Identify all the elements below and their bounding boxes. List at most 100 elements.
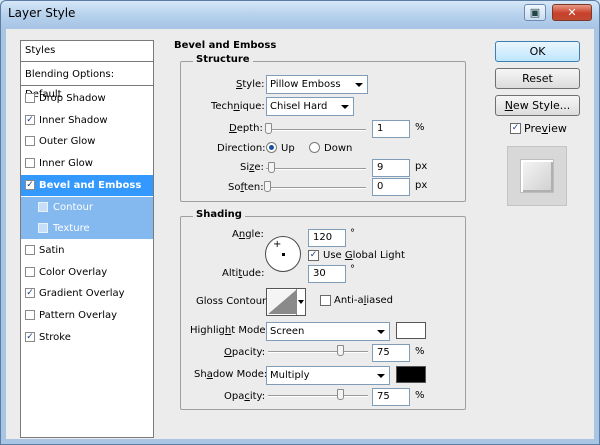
shadow-opacity-track[interactable] — [268, 395, 368, 397]
contour-curve-icon — [268, 290, 296, 314]
global-light-label[interactable]: Use Global Light — [323, 250, 405, 261]
preview-checkbox[interactable]: ✓ — [510, 123, 521, 134]
shadow-mode-label: Shadow Mode: — [194, 369, 268, 380]
close-icon[interactable]: ✕ — [552, 4, 592, 21]
style-item-checkbox[interactable] — [25, 266, 35, 277]
chevron-down-icon — [341, 105, 349, 109]
style-item[interactable]: Inner Glow — [21, 153, 153, 174]
style-item[interactable]: ✓ Gradient Overlay — [21, 283, 153, 304]
soften-input[interactable]: 0 — [372, 178, 410, 196]
highlight-mode-value: Screen — [270, 326, 305, 337]
style-item-checkbox[interactable] — [25, 93, 35, 103]
technique-dropdown[interactable]: Chisel Hard — [266, 97, 354, 116]
style-item-checkbox[interactable]: ✓ — [25, 331, 35, 342]
global-light-checkbox[interactable]: ✓ — [308, 250, 319, 261]
style-item-label: Contour — [53, 201, 93, 213]
size-label: Size: — [240, 162, 264, 173]
style-item[interactable]: Pattern Overlay — [21, 305, 153, 326]
soften-label: Soften: — [228, 182, 264, 193]
style-item-label: Inner Shadow — [39, 114, 108, 126]
chevron-down-icon — [377, 374, 385, 378]
styles-header[interactable]: Styles — [21, 41, 153, 62]
style-item[interactable]: ✓ Inner Shadow — [21, 110, 153, 131]
shadow-color-swatch[interactable] — [396, 366, 426, 383]
angle-dial[interactable]: + — [265, 236, 301, 272]
highlight-opacity-input[interactable]: 75 — [372, 344, 410, 362]
style-item[interactable]: Texture — [21, 218, 153, 240]
chevron-down-icon — [298, 300, 304, 304]
style-dropdown[interactable]: Pillow Emboss — [266, 75, 368, 94]
direction-down-radio[interactable] — [309, 142, 320, 153]
depth-unit: % — [415, 122, 425, 133]
style-item-checkbox[interactable] — [25, 136, 35, 147]
style-item-label: Satin — [39, 244, 65, 256]
restore-icon[interactable]: ▣ — [524, 4, 546, 21]
altitude-unit: ° — [350, 264, 355, 275]
gloss-contour-label: Gloss Contour: — [196, 296, 270, 307]
shadow-opacity-unit: % — [415, 390, 425, 401]
preview-label[interactable]: Preview — [524, 122, 567, 135]
style-item[interactable]: ✓ Stroke — [21, 327, 153, 348]
contour-dropdown-arrow[interactable] — [296, 289, 306, 315]
crosshair-icon: + — [273, 239, 282, 250]
structure-title: Structure — [193, 54, 253, 65]
reset-button[interactable]: Reset — [495, 68, 580, 89]
style-item[interactable]: Outer Glow — [21, 131, 153, 152]
highlight-color-swatch[interactable] — [396, 322, 426, 339]
preview-swatch — [520, 159, 554, 193]
title-bar[interactable]: Layer Style ▣ ✕ — [0, 0, 600, 28]
shading-title: Shading — [193, 209, 245, 220]
shadow-opacity-thumb[interactable] — [337, 389, 345, 400]
shadow-mode-value: Multiply — [270, 370, 310, 381]
highlight-opacity-label: Opacity: — [224, 347, 266, 358]
direction-up-radio[interactable] — [266, 142, 277, 153]
depth-input[interactable]: 1 — [372, 120, 410, 138]
technique-label: Technique: — [211, 101, 265, 112]
size-input[interactable]: 9 — [372, 159, 410, 177]
angle-unit: ° — [350, 228, 355, 239]
anti-aliased-label[interactable]: Anti-aliased — [334, 295, 393, 306]
angle-input[interactable]: 120 — [308, 229, 346, 247]
depth-slider-track[interactable] — [266, 129, 366, 131]
depth-slider-thumb[interactable] — [264, 123, 272, 134]
chevron-down-icon — [377, 330, 385, 334]
style-item[interactable]: Satin — [21, 240, 153, 261]
soften-unit: px — [415, 180, 428, 191]
style-item-label: Stroke — [39, 331, 71, 343]
shadow-mode-dropdown[interactable]: Multiply — [266, 366, 390, 385]
style-item-label: Gradient Overlay — [39, 288, 125, 300]
soften-slider-thumb[interactable] — [264, 181, 271, 192]
direction-down-label[interactable]: Down — [324, 143, 352, 154]
style-item-checkbox[interactable] — [38, 223, 48, 234]
size-slider-thumb[interactable] — [267, 162, 275, 173]
preview-thumbnail — [507, 146, 567, 206]
blending-options-item[interactable]: Blending Options: Default — [21, 65, 153, 100]
gloss-contour-picker[interactable] — [266, 288, 306, 316]
highlight-opacity-thumb[interactable] — [337, 345, 345, 356]
style-item-checkbox[interactable] — [38, 201, 48, 212]
style-item-checkbox[interactable]: ✓ — [25, 179, 35, 190]
highlight-mode-dropdown[interactable]: Screen — [266, 322, 390, 341]
style-item[interactable]: ✓ Bevel and Emboss — [21, 174, 153, 196]
soften-slider-track[interactable] — [266, 187, 366, 189]
direction-label: Direction: — [217, 143, 266, 154]
style-item-checkbox[interactable] — [25, 244, 35, 255]
style-item-checkbox[interactable]: ✓ — [25, 114, 35, 125]
direction-up-label[interactable]: Up — [281, 143, 295, 154]
highlight-opacity-track[interactable] — [268, 351, 368, 353]
new-style-button[interactable]: New Style... — [495, 95, 580, 116]
style-item[interactable]: Contour — [21, 196, 153, 218]
size-slider-track[interactable] — [266, 168, 366, 170]
shadow-opacity-input[interactable]: 75 — [372, 388, 410, 406]
style-item-checkbox[interactable]: ✓ — [25, 288, 35, 299]
style-item[interactable]: Color Overlay — [21, 262, 153, 283]
style-item-label: Bevel and Emboss — [39, 179, 142, 191]
style-item-checkbox[interactable] — [25, 158, 35, 169]
style-item-checkbox[interactable] — [25, 310, 35, 320]
style-item[interactable]: Drop Shadow — [21, 88, 153, 109]
ok-button[interactable]: OK — [495, 41, 580, 62]
altitude-input[interactable]: 30 — [308, 265, 346, 283]
anti-aliased-checkbox[interactable] — [320, 295, 331, 306]
altitude-label: Altitude: — [222, 268, 265, 279]
styles-list: Styles Blending Options: Default Drop Sh… — [20, 40, 154, 438]
